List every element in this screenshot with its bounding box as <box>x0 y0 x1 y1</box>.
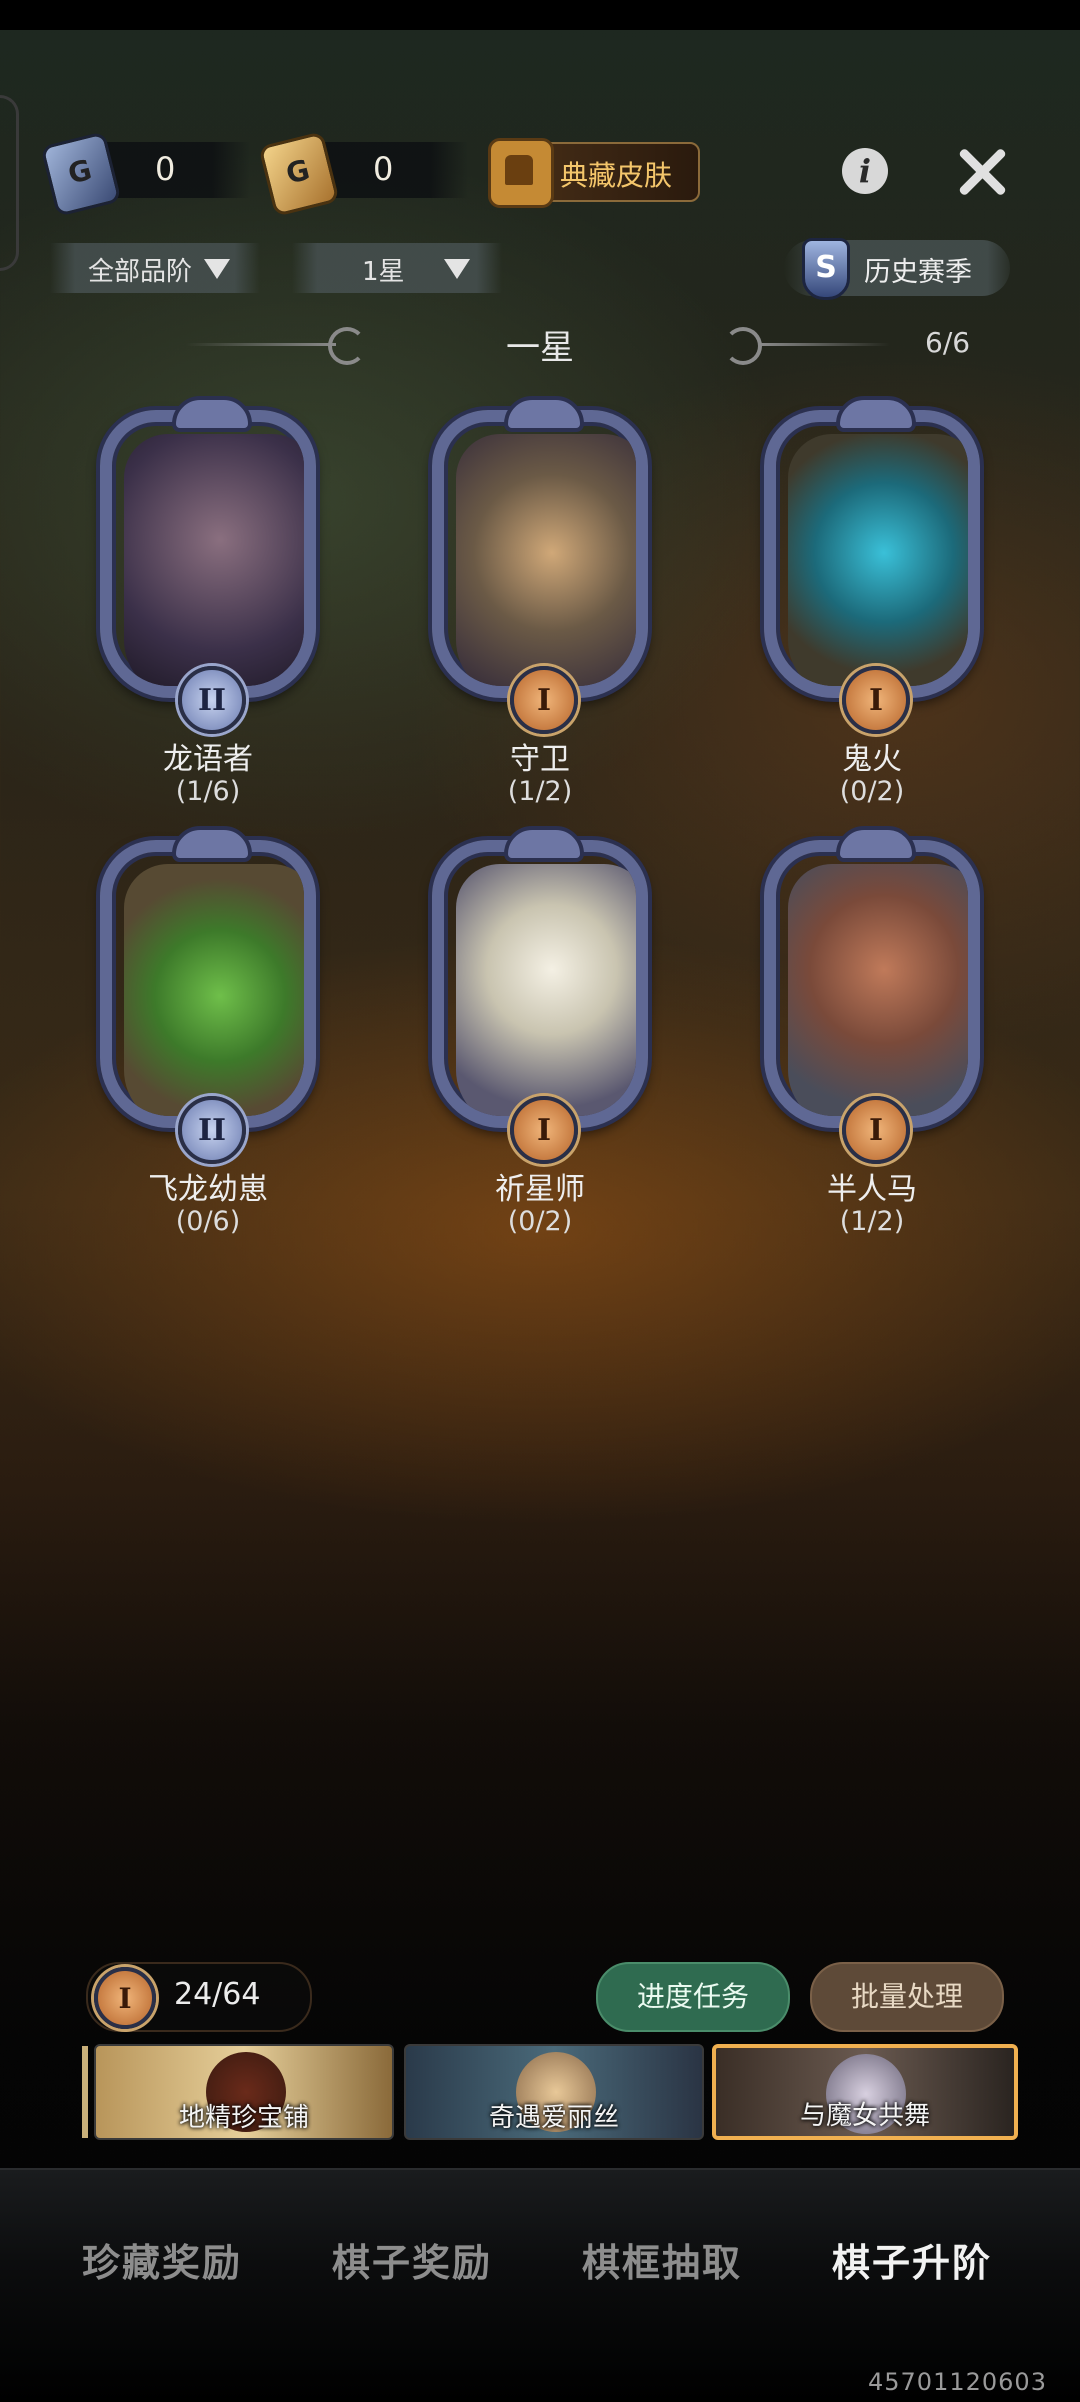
piece-name: 祈星师 <box>495 1172 585 1207</box>
nav-tab-frame-draw[interactable]: 棋框抽取 <box>582 2232 742 2287</box>
card-frame <box>764 410 980 698</box>
history-season-button[interactable]: S 历史赛季 <box>784 238 1010 300</box>
progress-task-button[interactable]: 进度任务 <box>596 1962 790 2032</box>
collection-skin-label: 典藏皮肤 <box>560 159 673 192</box>
nav-tab-piece-rewards[interactable]: 棋子奖励 <box>332 2232 492 2287</box>
crest-ornament <box>836 396 916 432</box>
crest-ornament <box>504 826 584 862</box>
dropdown-arrow-icon <box>444 259 470 279</box>
swirl-ornament-icon <box>328 327 366 365</box>
history-season-label: 历史赛季 <box>864 257 972 288</box>
rank-badge: I <box>510 666 578 734</box>
nav-tab-piece-upgrade[interactable]: 棋子升阶 <box>832 2232 992 2287</box>
piece-progress: (0/2) <box>839 776 905 807</box>
collection-skin-button[interactable]: 典藏皮肤 <box>488 138 700 208</box>
crest-ornament <box>836 826 916 862</box>
season-badge-icon: S <box>802 238 850 300</box>
piece-progress: (1/2) <box>839 1206 905 1237</box>
piece-name: 守卫 <box>510 742 570 777</box>
status-bar <box>0 0 1080 30</box>
banner-goblin-treasure[interactable]: 地精珍宝铺 <box>94 2044 394 2140</box>
swirl-ornament-icon <box>724 327 762 365</box>
card-frame <box>100 840 316 1128</box>
piece-name: 鬼火 <box>842 742 902 777</box>
star-filter-label: 1星 <box>362 257 405 287</box>
section-divider-right <box>760 343 890 346</box>
portrait-image <box>124 864 304 1116</box>
banner-label: 奇遇爱丽丝 <box>488 2103 619 2133</box>
quality-filter-dropdown[interactable]: 全部品阶 <box>50 243 260 293</box>
crest-ornament <box>504 396 584 432</box>
portrait-image <box>456 434 636 686</box>
section-title: 一星 <box>506 328 574 368</box>
level-rank-badge: I <box>94 1967 156 2029</box>
card-frame <box>432 840 648 1128</box>
banner-scroll-edge <box>82 2046 88 2138</box>
user-id: 45701120603 <box>868 2368 1047 2396</box>
piece-name: 半人马 <box>827 1172 917 1207</box>
banner-alice-adventure[interactable]: 奇遇爱丽丝 <box>404 2044 704 2140</box>
info-icon[interactable]: i <box>842 148 888 194</box>
level-progress-text: 24/64 <box>174 1977 261 2012</box>
portrait-image <box>124 434 304 686</box>
side-panel-tab[interactable] <box>0 95 19 271</box>
piece-name: 飞龙幼崽 <box>148 1172 268 1207</box>
piece-name: 龙语者 <box>163 742 253 777</box>
banner-label: 与魔女共舞 <box>799 2101 930 2131</box>
rank-badge: II <box>178 666 246 734</box>
crest-ornament <box>172 396 252 432</box>
dropdown-arrow-icon <box>204 259 230 279</box>
banner-dance-with-witch[interactable]: 与魔女共舞 <box>712 2044 1018 2140</box>
star-filter-dropdown[interactable]: 1星 <box>292 243 502 293</box>
upgrade-level-pill: I 24/64 <box>86 1962 312 2032</box>
piece-progress: (1/6) <box>175 776 241 807</box>
piece-progress: (1/2) <box>507 776 573 807</box>
batch-process-button[interactable]: 批量处理 <box>810 1962 1004 2032</box>
blue-currency-value: 0 <box>155 150 176 188</box>
shirt-icon <box>488 138 554 208</box>
quality-filter-label: 全部品阶 <box>88 257 193 287</box>
rank-badge: I <box>842 666 910 734</box>
banner-label: 地精珍宝铺 <box>178 2103 309 2133</box>
card-frame <box>100 410 316 698</box>
card-frame <box>432 410 648 698</box>
close-icon[interactable] <box>952 142 1012 202</box>
portrait-image <box>456 864 636 1116</box>
rank-badge: II <box>178 1096 246 1164</box>
card-frame <box>764 840 980 1128</box>
portrait-image <box>788 434 968 686</box>
gold-currency-value: 0 <box>373 150 394 188</box>
section-divider-left <box>186 343 336 346</box>
nav-tab-collection-rewards[interactable]: 珍藏奖励 <box>82 2232 242 2287</box>
section-count: 6/6 <box>925 326 971 359</box>
crest-ornament <box>172 826 252 862</box>
rank-badge: I <box>510 1096 578 1164</box>
rank-badge: I <box>842 1096 910 1164</box>
piece-progress: (0/2) <box>507 1206 573 1237</box>
piece-progress: (0/6) <box>175 1206 241 1237</box>
bottom-navigation: 珍藏奖励 棋子奖励 棋框抽取 棋子升阶 <box>0 2168 1080 2402</box>
portrait-image <box>788 864 968 1116</box>
